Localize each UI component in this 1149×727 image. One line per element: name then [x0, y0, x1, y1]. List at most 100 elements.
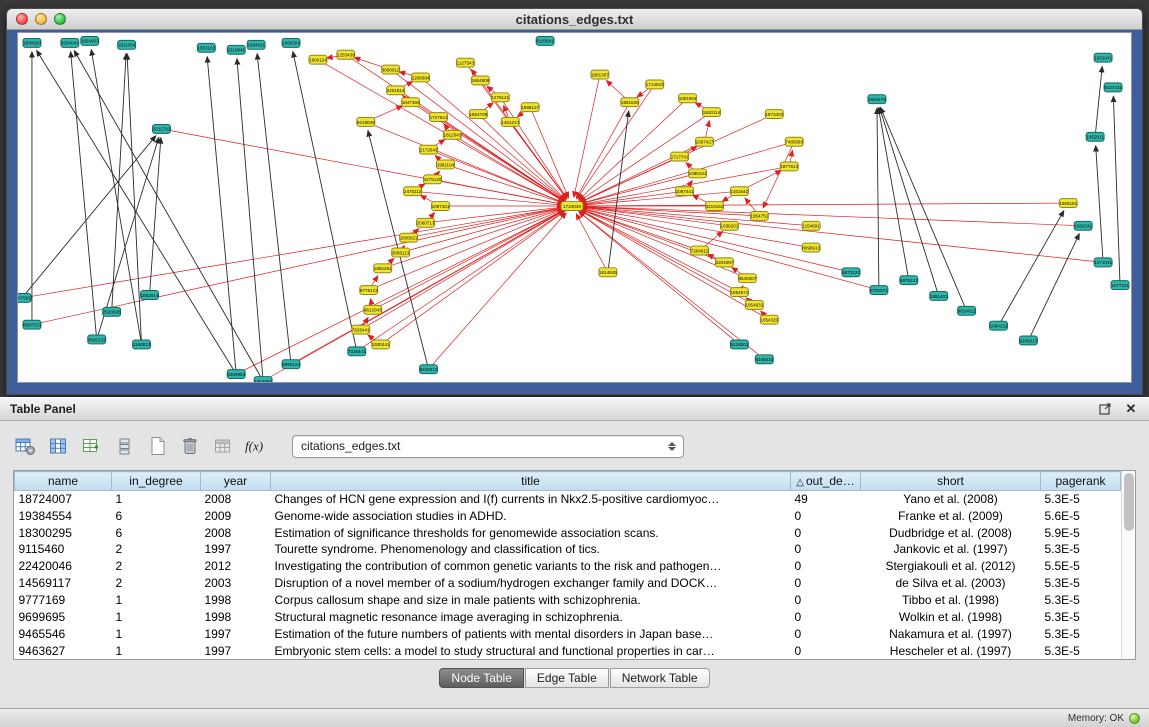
table-scrollbar[interactable] [1121, 471, 1135, 659]
network-canvas[interactable]: 1830920905404316049031811304185310393198… [17, 32, 1132, 383]
cell[interactable]: 2009 [201, 507, 271, 524]
cell[interactable]: 18300295 [15, 524, 112, 541]
cell[interactable]: Franke et al. (2009) [861, 507, 1041, 524]
row-tools-icon[interactable] [111, 434, 137, 458]
cell[interactable]: 6 [112, 524, 201, 541]
cell[interactable]: 5.3E-5 [1041, 541, 1121, 558]
cell[interactable]: 1 [112, 625, 201, 642]
cell[interactable]: 0 [791, 608, 861, 625]
close-panel-button[interactable]: ✕ [1123, 401, 1139, 417]
column-header-year[interactable]: year [201, 472, 271, 491]
cell[interactable]: Jankovic et al. (1997) [861, 541, 1041, 558]
cell[interactable]: 5.3E-5 [1041, 575, 1121, 592]
cell[interactable]: 0 [791, 558, 861, 575]
cell[interactable]: Stergiakouli et al. (2012) [861, 558, 1041, 575]
cell[interactable]: 5.6E-5 [1041, 507, 1121, 524]
minimize-window-button[interactable] [35, 13, 47, 25]
tab-edge-table[interactable]: Edge Table [525, 668, 609, 688]
cell[interactable]: 9463627 [15, 642, 112, 659]
cell[interactable]: 1998 [201, 592, 271, 609]
cell[interactable]: 5.5E-5 [1041, 558, 1121, 575]
cell[interactable]: 2008 [201, 491, 271, 508]
cell[interactable]: Estimation of the future numbers of pati… [271, 625, 791, 642]
cell[interactable]: Changes of HCN gene expression and I(f) … [271, 491, 791, 508]
cell[interactable]: Genome-wide association studies in ADHD. [271, 507, 791, 524]
cell[interactable]: 0 [791, 642, 861, 659]
table-row[interactable]: 911546021997Tourette syndrome. Phenomeno… [15, 541, 1121, 558]
column-header-pagerank[interactable]: pagerank [1041, 472, 1121, 491]
table-row[interactable]: 1830029562008Estimation of significance … [15, 524, 1121, 541]
zoom-window-button[interactable] [54, 13, 66, 25]
cell[interactable]: 1998 [201, 608, 271, 625]
cell[interactable]: 2003 [201, 575, 271, 592]
tab-network-table[interactable]: Network Table [610, 668, 710, 688]
cell[interactable]: Nakamura et al. (1997) [861, 625, 1041, 642]
tab-node-table[interactable]: Node Table [439, 668, 524, 688]
cell[interactable]: 5.3E-5 [1041, 625, 1121, 642]
add-column-icon[interactable] [78, 434, 104, 458]
table-row[interactable]: 1938455462009Genome-wide association stu… [15, 507, 1121, 524]
cell[interactable]: 2 [112, 575, 201, 592]
cell[interactable]: Tourette syndrome. Phenomenology and cla… [271, 541, 791, 558]
table-row[interactable]: 977716911998Corpus callosum shape and si… [15, 592, 1121, 609]
cell[interactable]: 5.3E-5 [1041, 592, 1121, 609]
table-row[interactable]: 1456911722003Disruption of a novel membe… [15, 575, 1121, 592]
select-columns-icon[interactable] [45, 434, 71, 458]
cell[interactable]: Embryonic stem cells: a model to study s… [271, 642, 791, 659]
table-row[interactable]: 946362711997Embryonic stem cells: a mode… [15, 642, 1121, 659]
column-header-short[interactable]: short [861, 472, 1041, 491]
delete-column-icon[interactable] [177, 434, 203, 458]
table-selector-dropdown[interactable]: citations_edges.txt [292, 435, 684, 458]
new-column-icon[interactable] [144, 434, 170, 458]
import-table-icon[interactable] [210, 434, 236, 458]
cell[interactable]: 2008 [201, 524, 271, 541]
column-header-title[interactable]: title [271, 472, 791, 491]
cell[interactable]: Tibbo et al. (1998) [861, 592, 1041, 609]
function-builder-icon[interactable]: f(x) [243, 434, 269, 458]
cell[interactable]: Hescheler et al. (1997) [861, 642, 1041, 659]
cell[interactable]: 1 [112, 608, 201, 625]
cell[interactable]: 1997 [201, 541, 271, 558]
cell[interactable]: 1 [112, 592, 201, 609]
cell[interactable]: 9465546 [15, 625, 112, 642]
cell[interactable]: 0 [791, 625, 861, 642]
cell[interactable]: 0 [791, 592, 861, 609]
cell[interactable]: 1 [112, 642, 201, 659]
cell[interactable]: 5.9E-5 [1041, 524, 1121, 541]
cell[interactable]: 2012 [201, 558, 271, 575]
table-scrollbar-thumb[interactable] [1124, 473, 1134, 531]
cell[interactable]: 2 [112, 558, 201, 575]
cell[interactable]: 9115460 [15, 541, 112, 558]
cell[interactable]: 1997 [201, 642, 271, 659]
cell[interactable]: de Silva et al. (2003) [861, 575, 1041, 592]
cell[interactable]: 6 [112, 507, 201, 524]
table-panel-header[interactable]: Table Panel ✕ [0, 397, 1149, 421]
citation-network-graph[interactable]: 1830920905404316049031811304185310393198… [18, 33, 1131, 382]
table-row[interactable]: 2242004622012Investigating the contribut… [15, 558, 1121, 575]
cell[interactable]: 1997 [201, 625, 271, 642]
column-header-name[interactable]: name [15, 472, 112, 491]
table-row[interactable]: 946554611997Estimation of the future num… [15, 625, 1121, 642]
cell[interactable]: 9777169 [15, 592, 112, 609]
column-header-in-degree[interactable]: in_degree [112, 472, 201, 491]
cell[interactable]: Disruption of a novel member of a sodium… [271, 575, 791, 592]
table-row[interactable]: 969969511998Structural magnetic resonanc… [15, 608, 1121, 625]
close-window-button[interactable] [16, 13, 28, 25]
cell[interactable]: 9699695 [15, 608, 112, 625]
cell[interactable]: Investigating the contribution of common… [271, 558, 791, 575]
cell[interactable]: 2 [112, 541, 201, 558]
cell[interactable]: 0 [791, 575, 861, 592]
cell[interactable]: Wolkin et al. (1998) [861, 608, 1041, 625]
table-row[interactable]: 1872400712008Changes of HCN gene express… [15, 491, 1121, 508]
cell[interactable]: 1 [112, 491, 201, 508]
cell[interactable]: 18724007 [15, 491, 112, 508]
cell[interactable]: 0 [791, 507, 861, 524]
cell[interactable]: Estimation of significance thresholds fo… [271, 524, 791, 541]
cell[interactable]: Yano et al. (2008) [861, 491, 1041, 508]
cell[interactable]: 19384554 [15, 507, 112, 524]
cell[interactable]: Dudbridge et al. (2008) [861, 524, 1041, 541]
column-header-out-de-[interactable]: △out_de… [791, 472, 861, 491]
cell[interactable]: 5.3E-5 [1041, 491, 1121, 508]
memory-indicator[interactable] [1129, 713, 1140, 724]
cell[interactable]: 0 [791, 524, 861, 541]
